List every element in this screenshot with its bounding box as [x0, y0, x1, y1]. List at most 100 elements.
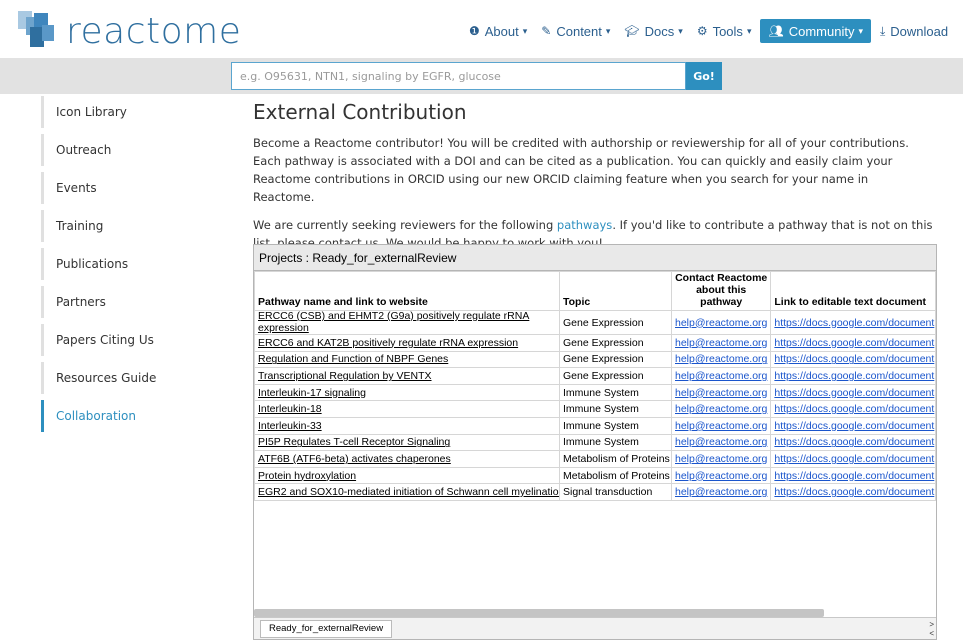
table-row: PI5P Regulates T-cell Receptor Signaling…: [254, 433, 936, 452]
nav-docs[interactable]: 🎓︎ Docs ▾: [617, 19, 689, 43]
topic-cell: Immune System: [559, 400, 672, 418]
reactome-logo[interactable]: reactome: [16, 8, 241, 54]
pathway-link[interactable]: PI5P Regulates T-cell Receptor Signaling: [254, 433, 560, 452]
sidebar-item-outreach[interactable]: Outreach: [41, 134, 221, 166]
contact-email-link[interactable]: help@reactome.org: [670, 383, 772, 402]
pathway-link[interactable]: ERCC6 (CSB) and EHMT2 (G9a) positively r…: [254, 310, 560, 335]
nav-community[interactable]: 👥︎ Community ▾: [760, 19, 871, 43]
page-title: External Contribution: [253, 100, 467, 124]
sheet-tab[interactable]: Ready_for_externalReview: [260, 620, 393, 638]
contact-email-link[interactable]: help@reactome.org: [670, 450, 772, 468]
sidebar-item-icon-library[interactable]: Icon Library: [41, 96, 221, 128]
pathway-link[interactable]: Interleukin-18: [254, 400, 560, 418]
nav-tools[interactable]: ⚙ Tools ▾: [690, 19, 759, 43]
nav-docs-label: Docs: [644, 23, 675, 39]
pathway-link[interactable]: Interleukin-33: [254, 416, 560, 435]
document-link[interactable]: https://docs.google.com/document: [770, 433, 936, 452]
table-row: ERCC6 (CSB) and EHMT2 (G9a) positively r…: [254, 310, 936, 335]
nav-content-label: Content: [556, 23, 602, 39]
contact-email-link[interactable]: help@reactome.org: [670, 350, 772, 369]
topic-cell: Metabolism of Proteins: [559, 450, 672, 468]
topic-cell: Gene Expression: [559, 334, 672, 352]
contact-email-link[interactable]: help@reactome.org: [670, 483, 772, 501]
pathway-link[interactable]: Interleukin-17 signaling: [254, 383, 560, 402]
pathway-link[interactable]: Protein hydroxylation: [254, 466, 560, 485]
column-header: Pathway name and link to website: [254, 271, 560, 311]
chevron-left-icon[interactable]: <: [929, 629, 934, 638]
horizontal-scrollbar[interactable]: [254, 609, 824, 617]
chevron-right-icon[interactable]: >: [929, 620, 934, 629]
sidebar-item-collaboration[interactable]: Collaboration: [41, 400, 221, 432]
column-header: Link to editable text document: [770, 271, 936, 311]
cogs-icon: ⚙: [696, 24, 708, 38]
chevron-down-icon: ▾: [746, 25, 752, 36]
pathway-link[interactable]: ATF6B (ATF6-beta) activates chaperones: [254, 450, 560, 468]
embedded-spreadsheet: Projects : Ready_for_externalReview Path…: [253, 244, 937, 640]
document-link[interactable]: https://docs.google.com/document: [770, 483, 936, 501]
search-bar: Go!: [0, 58, 963, 94]
nav-download-label: Download: [890, 23, 949, 39]
sidebar-item-training[interactable]: Training: [41, 210, 221, 242]
go-button[interactable]: Go!: [686, 62, 722, 90]
sidebar-item-resources-guide[interactable]: Resources Guide: [41, 362, 221, 394]
contact-email-link[interactable]: help@reactome.org: [670, 334, 772, 352]
document-link[interactable]: https://docs.google.com/document: [770, 350, 936, 369]
topic-cell: Immune System: [559, 433, 672, 452]
pathway-link[interactable]: Regulation and Function of NBPF Genes: [254, 350, 560, 369]
nav-about[interactable]: ❶ About ▾: [462, 19, 534, 43]
document-link[interactable]: https://docs.google.com/document: [770, 400, 936, 418]
topic-cell: Immune System: [559, 383, 672, 402]
pathway-link[interactable]: EGR2 and SOX10-mediated initiation of Sc…: [254, 483, 560, 501]
document-link[interactable]: https://docs.google.com/document: [770, 416, 936, 435]
intro-paragraph: Become a Reactome contributor! You will …: [253, 136, 909, 204]
table-row: EGR2 and SOX10-mediated initiation of Sc…: [254, 483, 936, 501]
sidebar-item-partners[interactable]: Partners: [41, 286, 221, 318]
table-row: ERCC6 and KAT2B positively regulate rRNA…: [254, 334, 936, 352]
table-row: Interleukin-17 signaling Immune System h…: [254, 383, 936, 402]
document-link[interactable]: https://docs.google.com/document: [770, 310, 936, 335]
column-header: Topic: [559, 271, 672, 311]
pathway-link[interactable]: ERCC6 and KAT2B positively regulate rRNA…: [254, 334, 560, 352]
chevron-down-icon: ▾: [605, 25, 611, 36]
chevron-down-icon: ▾: [522, 25, 528, 36]
sidebar-item-events[interactable]: Events: [41, 172, 221, 204]
document-link[interactable]: https://docs.google.com/document: [770, 466, 936, 485]
table-row: Protein hydroxylation Metabolism of Prot…: [254, 466, 936, 485]
contact-email-link[interactable]: help@reactome.org: [670, 310, 772, 335]
column-header: Contact Reactome about this pathway: [670, 271, 772, 311]
graduation-cap-icon: 🎓︎: [624, 24, 640, 38]
contact-email-link[interactable]: help@reactome.org: [670, 400, 772, 418]
table-header-row: Pathway name and link to website Topic C…: [254, 271, 936, 311]
document-link[interactable]: https://docs.google.com/document: [770, 367, 936, 385]
contact-email-link[interactable]: help@reactome.org: [670, 433, 772, 452]
sheet-tab-bar: Ready_for_externalReview > <: [254, 617, 936, 639]
topic-cell: Metabolism of Proteins: [559, 466, 672, 485]
sidebar-item-papers-citing-us[interactable]: Papers Citing Us: [41, 324, 221, 356]
sidebar: Icon Library Outreach Events Training Pu…: [41, 96, 221, 438]
contact-email-link[interactable]: help@reactome.org: [670, 367, 772, 385]
chevron-down-icon: ▾: [678, 25, 683, 36]
table-row: Interleukin-18 Immune System help@reacto…: [254, 400, 936, 418]
pathways-link[interactable]: pathways: [557, 218, 612, 232]
nav-download[interactable]: ⤓ Download: [873, 19, 955, 43]
table-row: Regulation and Function of NBPF Genes Ge…: [254, 350, 936, 369]
download-icon: ⤓: [879, 23, 886, 38]
contact-email-link[interactable]: help@reactome.org: [670, 416, 772, 435]
pathway-link[interactable]: Transcriptional Regulation by VENTX: [254, 367, 560, 385]
tab-scroll-arrows[interactable]: > <: [929, 620, 934, 638]
document-link[interactable]: https://docs.google.com/document: [770, 334, 936, 352]
topic-cell: Immune System: [559, 416, 672, 435]
nav-content[interactable]: ✎ Content ▾: [534, 19, 617, 43]
table-row: Interleukin-33 Immune System help@reacto…: [254, 416, 936, 435]
sidebar-item-publications[interactable]: Publications: [41, 248, 221, 280]
table-row: ATF6B (ATF6-beta) activates chaperones M…: [254, 450, 936, 468]
contact-email-link[interactable]: help@reactome.org: [670, 466, 772, 485]
document-link[interactable]: https://docs.google.com/document: [770, 450, 936, 468]
search-input[interactable]: [231, 62, 686, 90]
topic-cell: Gene Expression: [559, 310, 672, 335]
edit-icon: ✎: [541, 24, 552, 38]
document-link[interactable]: https://docs.google.com/document: [770, 383, 936, 402]
topic-cell: Gene Expression: [559, 350, 672, 369]
spreadsheet-title: Projects : Ready_for_externalReview: [254, 245, 936, 271]
nav-community-label: Community: [788, 23, 855, 39]
